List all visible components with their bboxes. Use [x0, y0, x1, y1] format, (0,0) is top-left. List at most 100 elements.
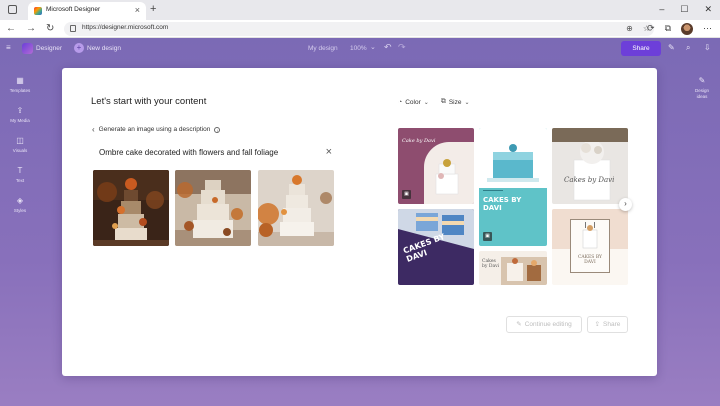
styles-icon: ◈ — [16, 196, 24, 205]
templates-icon: ▦ — [16, 76, 24, 85]
continue-editing-label: Continue editing — [524, 321, 572, 328]
profile-avatar[interactable] — [681, 22, 693, 35]
template-photo-area — [479, 128, 547, 188]
browser-address-bar: ← → ↻ https://designer.microsoft.com ⊕ ☆… — [0, 20, 720, 38]
text-icon: T — [17, 166, 23, 175]
visuals-icon: ◫ — [16, 136, 24, 145]
design-ideas-label-2: ideas — [696, 94, 708, 99]
image-prompt-field[interactable]: Ombre cake decorated with flowers and fa… — [92, 143, 332, 163]
minimize-button[interactable]: – — [659, 2, 664, 16]
template-cakes-by-davi-white[interactable]: Cakes by Davi — [552, 128, 628, 204]
share-label: Share — [632, 45, 650, 52]
read-aloud-icon[interactable]: ⊕ — [626, 23, 633, 35]
redo-icon[interactable]: ↷ — [398, 42, 406, 53]
design-ideas-icon: ✎ — [698, 76, 706, 85]
tab-title: Microsoft Designer — [46, 6, 101, 13]
design-ideas-button[interactable]: ✎ Design ideas — [688, 76, 716, 100]
pencil-icon: ✎ — [516, 321, 522, 328]
generated-image-3[interactable] — [258, 170, 334, 246]
app-toolbar: ≡ Designer + New design My design 100% ⌄… — [0, 38, 720, 60]
download-icon[interactable]: ⇩ — [704, 43, 711, 52]
palette-icon: ◔ — [398, 98, 403, 106]
lock-icon — [70, 25, 76, 32]
rail-label: My Media — [10, 118, 30, 123]
generated-image-2[interactable] — [175, 170, 251, 246]
rail-item-text[interactable]: T Text — [0, 166, 40, 183]
chevron-left-icon[interactable]: ‹ — [92, 125, 95, 134]
browser-tab[interactable]: Microsoft Designer × — [28, 2, 146, 20]
browser-tab-bar: Microsoft Designer × + – ☐ ✕ — [0, 0, 720, 20]
template-cake-photo — [432, 156, 462, 196]
rail-label: Visuals — [12, 148, 28, 153]
share-button[interactable]: Share — [621, 41, 661, 56]
template-text: CAKES BY DAVI — [483, 196, 522, 212]
info-icon[interactable]: i — [214, 126, 221, 133]
tab-actions-icon[interactable] — [8, 5, 17, 14]
generate-image-back-link[interactable]: ‹ Generate an image using a description … — [92, 125, 221, 134]
template-cakes-by-davi-purple[interactable]: CAKES BY DAVI — [398, 209, 474, 285]
dialog-title: Let's start with your content — [91, 96, 207, 107]
my-media-icon: ⇪ — [16, 106, 24, 115]
new-design-icon[interactable]: + — [74, 43, 84, 53]
undo-icon[interactable]: ↶ — [384, 42, 392, 53]
rail-label: Styles — [13, 208, 27, 213]
back-icon[interactable]: ← — [6, 22, 16, 35]
chevron-right-icon[interactable]: › — [619, 198, 632, 211]
color-filter[interactable]: ◔ Color ⌄ — [398, 98, 429, 106]
template-cakes-by-davi-small[interactable]: Cakes by Davi — [479, 251, 547, 285]
designer-favicon-icon — [34, 7, 42, 15]
chevron-down-icon[interactable]: ⌄ — [370, 43, 376, 51]
brand-name: Designer — [36, 45, 63, 52]
template-text: Cake by Davi — [402, 138, 436, 144]
comment-icon[interactable]: ✎ — [668, 43, 675, 52]
maximize-button[interactable]: ☐ — [680, 2, 688, 16]
close-icon[interactable]: × — [326, 145, 332, 159]
close-window-button[interactable]: ✕ — [704, 2, 712, 16]
document-name[interactable]: My design — [308, 45, 338, 52]
size-filter-label: Size — [448, 98, 462, 106]
template-text: Cakes by Davi — [482, 259, 500, 269]
brush-icon[interactable]: ⌕ — [686, 43, 690, 53]
window-controls: – ☐ ✕ — [659, 2, 712, 16]
browser-refresh-icon[interactable]: ⟳ — [647, 22, 655, 35]
refresh-icon[interactable]: ↻ — [46, 22, 54, 35]
generated-image-1[interactable] — [93, 170, 169, 246]
start-content-dialog: Let's start with your content ‹ Generate… — [62, 68, 657, 376]
chevron-down-icon: ⌄ — [423, 99, 429, 106]
template-cakes-by-davi-frame[interactable]: CAKES BY DAVI — [552, 209, 628, 285]
collections-icon[interactable]: ⧉ — [665, 22, 671, 35]
new-tab-button[interactable]: + — [150, 2, 156, 16]
more-menu-icon[interactable]: ⋯ — [703, 22, 712, 35]
back-label: Generate an image using a description — [98, 126, 211, 133]
rail-item-templates[interactable]: ▦ Templates — [0, 76, 40, 93]
size-filter[interactable]: ⧉ Size ⌄ — [441, 98, 470, 106]
rail-label: Text — [15, 178, 25, 183]
url-field[interactable]: https://designer.microsoft.com ⊕ ☆ — [64, 22, 654, 36]
continue-editing-button[interactable]: ✎ Continue editing — [506, 316, 582, 333]
resize-icon: ⧉ — [440, 98, 446, 105]
rail-item-visuals[interactable]: ◫ Visuals — [0, 136, 40, 153]
designer-logo-icon — [22, 43, 33, 54]
template-text: CAKES BY DAVI — [577, 255, 603, 265]
template-cakes-by-davi-teal[interactable]: CAKES BY DAVI ▣ — [479, 128, 547, 246]
image-badge-icon: ▣ — [402, 190, 411, 199]
template-cake-by-davi-script[interactable]: Cake by Davi ▣ — [398, 128, 474, 204]
image-badge-icon: ▣ — [483, 232, 492, 241]
share-dialog-button[interactable]: ⇪ Share — [587, 316, 628, 333]
chevron-down-icon: ⌄ — [464, 99, 470, 106]
tab-close-icon[interactable]: × — [135, 5, 140, 15]
share-dialog-label: Share — [603, 321, 621, 328]
template-divider — [483, 190, 503, 191]
menu-icon[interactable]: ≡ — [6, 43, 11, 52]
share-icon: ⇪ — [594, 321, 601, 328]
template-filters: ◔ Color ⌄ ⧉ Size ⌄ — [398, 98, 470, 106]
url-text: https://designer.microsoft.com — [82, 24, 169, 31]
rail-item-styles[interactable]: ◈ Styles — [0, 196, 40, 213]
rail-item-my-media[interactable]: ⇪ My Media — [0, 106, 40, 123]
new-design-button[interactable]: New design — [87, 45, 121, 52]
template-text: Cakes by Davi — [564, 176, 615, 184]
zoom-level[interactable]: 100% — [350, 45, 367, 52]
rail-label: Templates — [9, 88, 31, 93]
prompt-input[interactable]: Ombre cake decorated with flowers and fa… — [99, 148, 278, 157]
forward-icon[interactable]: → — [26, 22, 36, 35]
